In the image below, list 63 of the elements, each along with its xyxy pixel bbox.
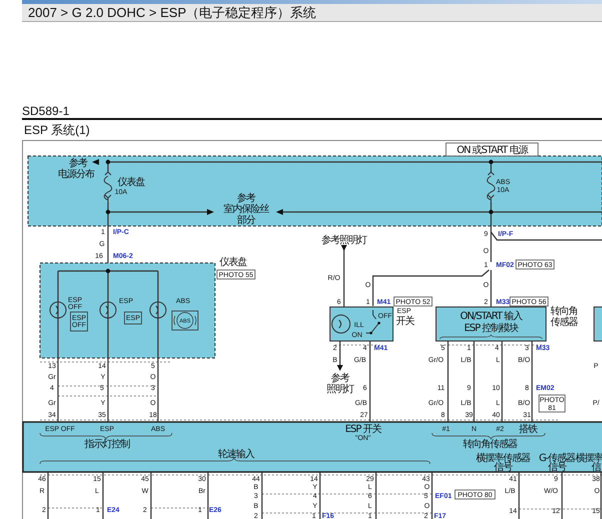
diagram-note: 传感器 <box>550 316 577 328</box>
wire <box>430 472 432 518</box>
diagram-note: 搭铁 <box>518 424 536 434</box>
lamp-icon <box>331 314 350 333</box>
diagram-note: G-传感器 <box>538 452 575 464</box>
diagram-note: 开关 <box>396 316 414 326</box>
connector-outline <box>47 507 103 508</box>
diagram-note: 信号 <box>494 462 512 472</box>
wire <box>560 472 562 518</box>
connector-outline <box>334 344 380 345</box>
diagram-code: SD589-1 <box>22 104 70 118</box>
junction-dot <box>105 159 110 164</box>
diagram-note: ESP 开关 <box>344 424 380 434</box>
diagram-note: 部分 <box>236 214 254 226</box>
wire <box>102 472 104 518</box>
arrow-icon <box>276 208 282 214</box>
arrow-icon <box>336 364 342 370</box>
arrow-icon <box>340 244 346 250</box>
wire <box>374 472 376 518</box>
junction-dot <box>488 209 493 214</box>
junction-dot <box>105 268 110 273</box>
diagram-note: 横摆率传感器 <box>476 452 530 464</box>
diagram-note: 参考 <box>68 158 86 168</box>
diagram-note: 仪表盘 <box>219 256 246 268</box>
wire <box>338 340 340 366</box>
esp-switch-block <box>329 306 393 341</box>
diagram-note: 转向角 <box>550 306 577 316</box>
diagram-note: 电源分布 <box>58 168 94 180</box>
sensor-block <box>593 306 602 341</box>
wire <box>206 472 208 518</box>
lamp-icon <box>99 301 116 318</box>
wire <box>260 472 262 518</box>
diagram-note: 轮速输入 <box>218 448 254 460</box>
breadcrumb-bar: 2007 > G 2.0 DOHC > ESP（电子稳定程序）系统 <box>22 4 602 22</box>
diagram-note: 横摆率 <box>575 452 602 464</box>
diagram-note: 信号 <box>548 462 566 472</box>
arrow-icon <box>206 208 214 214</box>
connector-outline <box>150 507 208 508</box>
junction-dot <box>488 159 493 164</box>
wire <box>600 472 602 518</box>
diagram-note: ESP 控制模块 <box>464 322 518 334</box>
fuse-icon <box>486 171 495 202</box>
wire <box>150 472 152 518</box>
diagram-note: 信 <box>591 462 600 472</box>
diagram-note: 指示灯控制 <box>84 438 129 450</box>
lamp-icon <box>149 301 166 318</box>
diagram-title: ESP 系统(1) <box>23 122 91 139</box>
diagram-note: 参考 <box>330 372 348 384</box>
diagram-note: 转向角传感器 <box>462 438 516 450</box>
diagram-note: 照明灯 <box>326 384 353 394</box>
diagram-note: 仪表盘 <box>117 176 144 188</box>
diagram-note: ON/START 输入 <box>460 310 522 322</box>
wire <box>318 472 320 518</box>
junction-dot <box>105 209 110 214</box>
fuse-icon <box>103 171 112 202</box>
wire <box>518 472 520 518</box>
wire <box>46 472 48 518</box>
arrow-icon <box>92 158 98 164</box>
diagram-note: 参考照明灯 <box>321 234 366 246</box>
diagram-note: 参考 <box>236 192 254 204</box>
power-source-label: ON 或START 电源 <box>445 142 538 156</box>
lamp-icon <box>49 301 66 318</box>
diagram-note: 室内保险丝 <box>223 204 268 214</box>
